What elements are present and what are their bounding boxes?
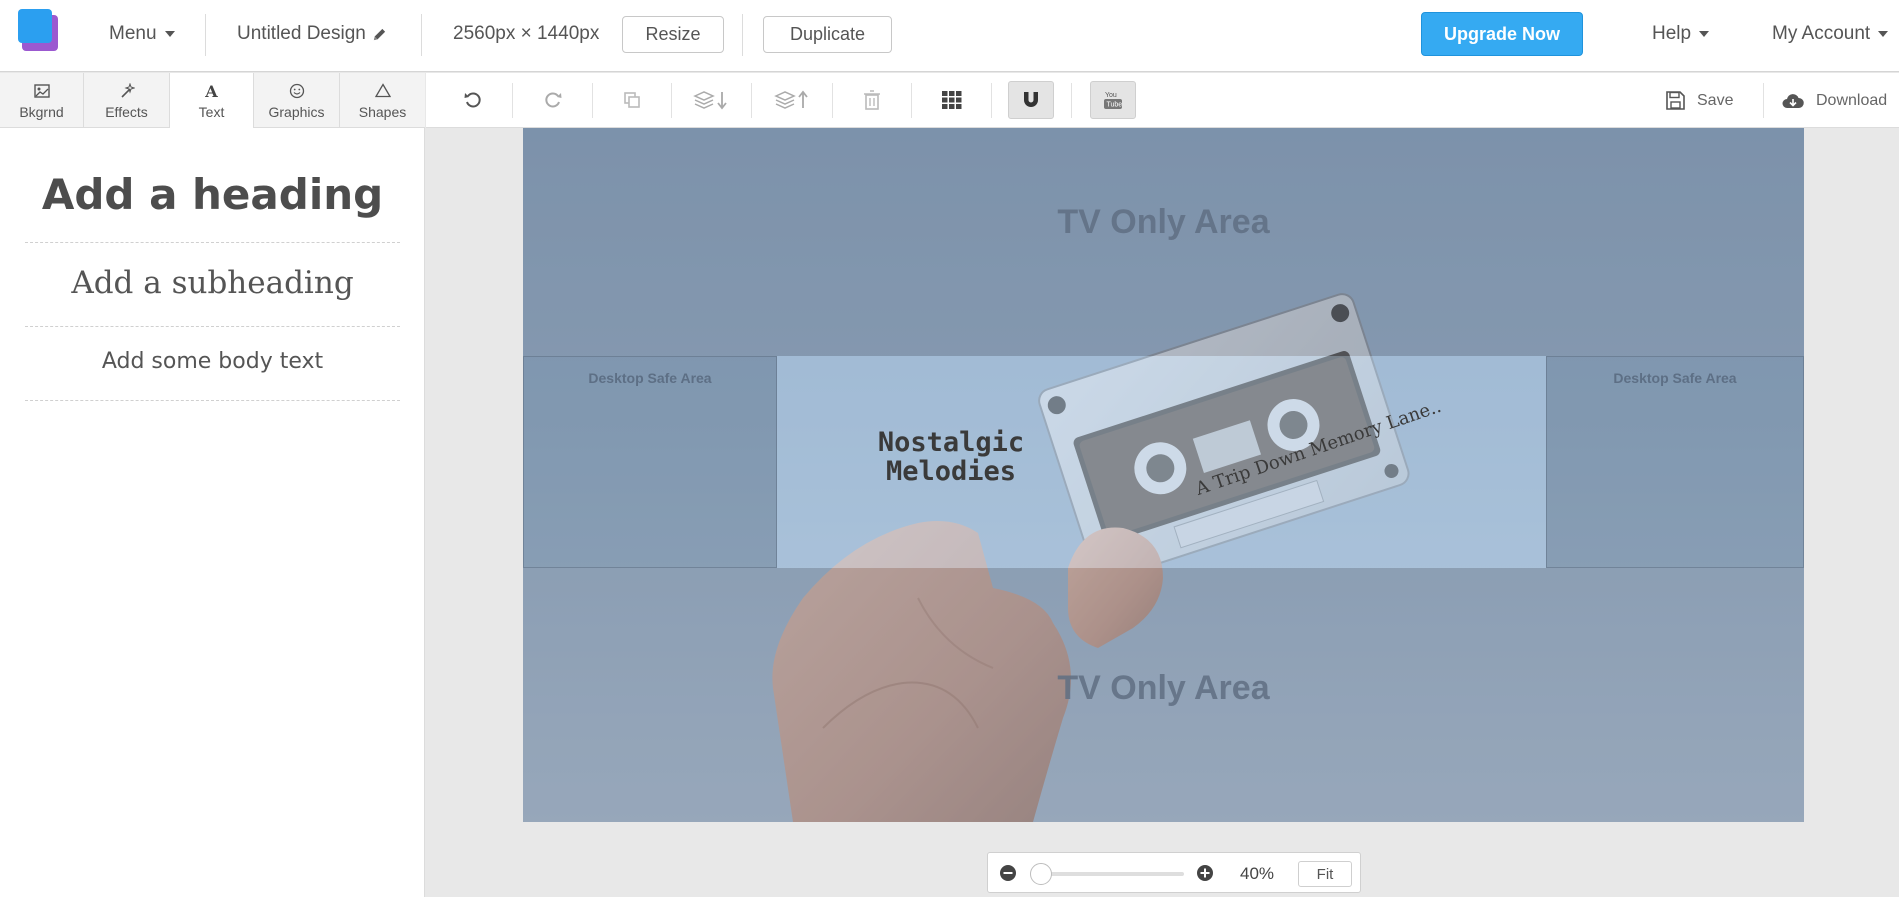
tv-area-label-top: TV Only Area [1057, 203, 1270, 241]
grid-icon [942, 91, 962, 109]
divider [991, 83, 992, 118]
zoom-in-icon[interactable] [1196, 864, 1214, 882]
copy-button[interactable] [611, 81, 653, 119]
zoom-percent: 40% [1240, 863, 1275, 883]
title-text-element[interactable]: Nostalgic Melodies [871, 428, 1031, 486]
undo-icon [463, 90, 483, 110]
trash-icon [863, 90, 881, 110]
save-button[interactable]: Save [1666, 73, 1733, 128]
zoom-slider-track[interactable] [1032, 872, 1184, 876]
divider [512, 83, 513, 118]
account-dropdown[interactable]: My Account [1772, 0, 1889, 68]
tv-area-label-bottom: TV Only Area [1057, 669, 1270, 707]
bring-forward-icon [774, 89, 812, 111]
tab-shapes[interactable]: Shapes [340, 73, 425, 128]
editor-toolbar: You Tube Save Download [426, 73, 1899, 128]
divider [592, 83, 593, 118]
desktop-safe-area-left [523, 356, 777, 568]
tab-bkgrnd[interactable]: Bkgrnd [0, 73, 84, 128]
divider [832, 83, 833, 118]
pencil-icon[interactable] [372, 27, 387, 42]
add-body-text-option[interactable]: Add some body text [25, 327, 400, 401]
text-icon: A [205, 81, 218, 101]
help-dropdown[interactable]: Help [1652, 0, 1710, 68]
download-button[interactable]: Download [1782, 73, 1887, 128]
account-label: My Account [1772, 23, 1871, 44]
text-panel: Add a heading Add a subheading Add some … [0, 128, 425, 897]
top-bar: Menu Untitled Design 2560px × 1440px Res… [0, 0, 1899, 72]
tv-only-area-top [523, 128, 1804, 356]
divider [911, 83, 912, 118]
divider [1763, 83, 1764, 118]
delete-button[interactable] [851, 81, 893, 119]
help-label: Help [1652, 23, 1692, 44]
workspace: TV Only Area TV Only Area Desktop Safe A… [426, 128, 1899, 897]
divider [751, 83, 752, 118]
desktop-area-label-right: Desktop Safe Area [1613, 370, 1737, 386]
canvas-dimensions: 2560px × 1440px [453, 23, 600, 44]
duplicate-button[interactable]: Duplicate [763, 16, 892, 53]
snap-toggle[interactable] [1008, 81, 1054, 119]
magnet-icon [1021, 90, 1041, 110]
sidebar-tabs: Bkgrnd Effects A Text Graphics Shapes [0, 73, 425, 129]
cloud-download-icon [1782, 93, 1804, 109]
tab-graphics[interactable]: Graphics [254, 73, 340, 128]
send-backward-icon [693, 89, 731, 111]
undo-button[interactable] [452, 81, 494, 119]
zoom-control: 40% Fit [987, 852, 1361, 893]
tab-label: Shapes [358, 103, 407, 120]
logo-front-square [18, 9, 52, 43]
save-label: Save [1697, 91, 1734, 109]
zoom-slider-thumb[interactable] [1030, 863, 1052, 885]
fit-button[interactable]: Fit [1298, 861, 1352, 887]
divider [671, 83, 672, 118]
desktop-safe-area-right [1546, 356, 1804, 568]
desktop-area-label-left: Desktop Safe Area [588, 370, 712, 386]
redo-icon [543, 90, 563, 110]
image-icon [33, 82, 50, 100]
svg-text:Tube: Tube [1107, 102, 1123, 109]
menu-dropdown[interactable]: Menu [109, 0, 175, 68]
tab-label: Graphics [268, 103, 325, 120]
design-canvas[interactable]: TV Only Area TV Only Area Desktop Safe A… [523, 128, 1804, 822]
youtube-icon: You Tube [1101, 89, 1125, 111]
grid-button[interactable] [931, 81, 973, 119]
title-line-2: Melodies [885, 456, 1017, 487]
menu-label: Menu [109, 23, 157, 44]
smiley-icon [289, 82, 305, 100]
tab-label: Effects [105, 103, 148, 120]
add-heading-option[interactable]: Add a heading [25, 128, 400, 243]
divider [1071, 83, 1072, 118]
copy-icon [622, 90, 642, 110]
upgrade-button[interactable]: Upgrade Now [1421, 12, 1583, 56]
add-subheading-option[interactable]: Add a subheading [25, 243, 400, 327]
design-title-text: Untitled Design [237, 23, 366, 44]
chevron-down-icon [1878, 31, 1889, 37]
app-logo[interactable] [18, 9, 60, 51]
resize-button[interactable]: Resize [622, 16, 724, 53]
zoom-out-icon[interactable] [999, 864, 1017, 882]
tab-effects[interactable]: Effects [84, 73, 170, 128]
download-label: Download [1816, 91, 1888, 109]
svg-text:You: You [1105, 92, 1117, 99]
youtube-guides-toggle[interactable]: You Tube [1090, 81, 1136, 119]
divider [742, 14, 743, 56]
chevron-down-icon [164, 31, 175, 37]
magic-wand-icon [119, 82, 135, 100]
divider [205, 14, 206, 56]
chevron-down-icon [1699, 31, 1710, 37]
triangle-icon [374, 82, 391, 100]
bring-forward-button[interactable] [772, 81, 814, 119]
tab-label: Bkgrnd [19, 103, 64, 120]
redo-button[interactable] [532, 81, 574, 119]
send-backward-button[interactable] [691, 81, 733, 119]
tab-label: Text [198, 104, 225, 120]
title-line-1: Nostalgic [877, 427, 1025, 458]
design-title[interactable]: Untitled Design [237, 0, 387, 68]
save-icon [1666, 91, 1685, 110]
tab-text[interactable]: A Text [170, 73, 254, 129]
divider [421, 14, 422, 56]
